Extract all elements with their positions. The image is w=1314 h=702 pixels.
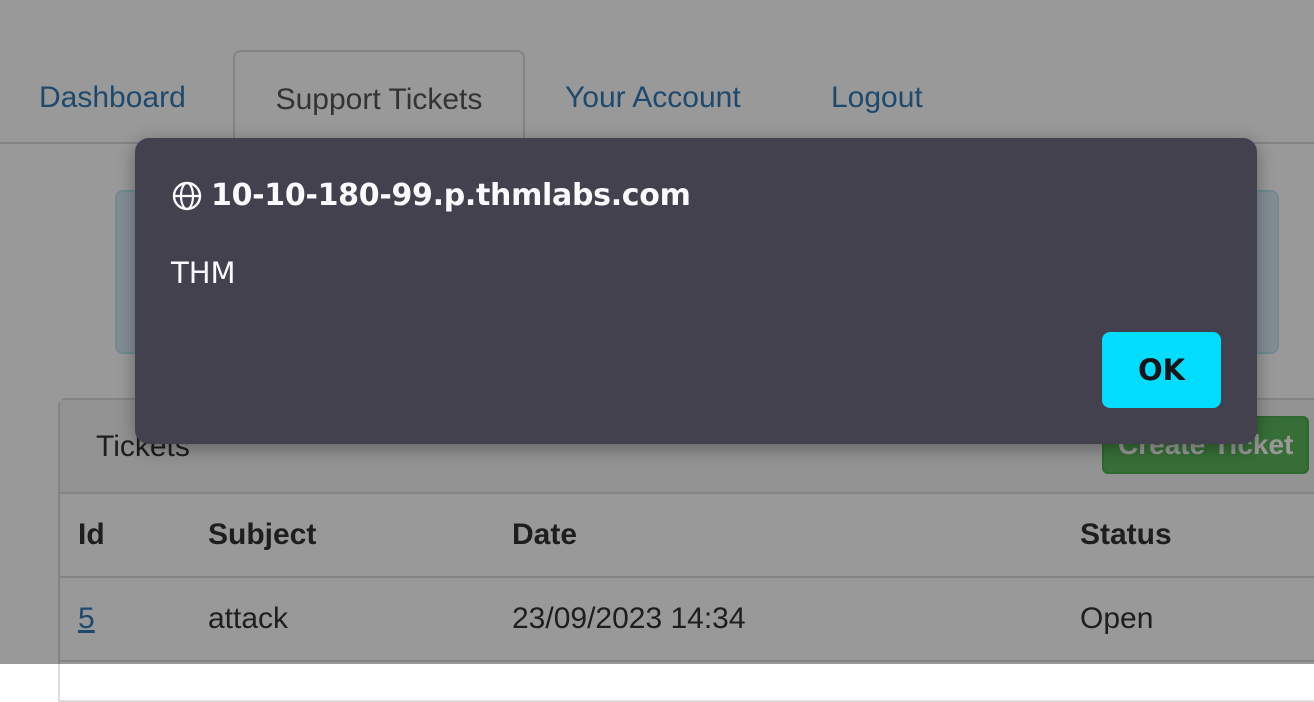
ok-button[interactable]: OK [1102, 332, 1221, 408]
globe-icon [171, 180, 203, 212]
dialog-header: 10-10-180-99.p.thmlabs.com [171, 178, 691, 213]
alert-dialog: 10-10-180-99.p.thmlabs.com THM OK [135, 138, 1257, 444]
dialog-message: THM [171, 256, 236, 290]
dialog-origin: 10-10-180-99.p.thmlabs.com [211, 178, 691, 213]
